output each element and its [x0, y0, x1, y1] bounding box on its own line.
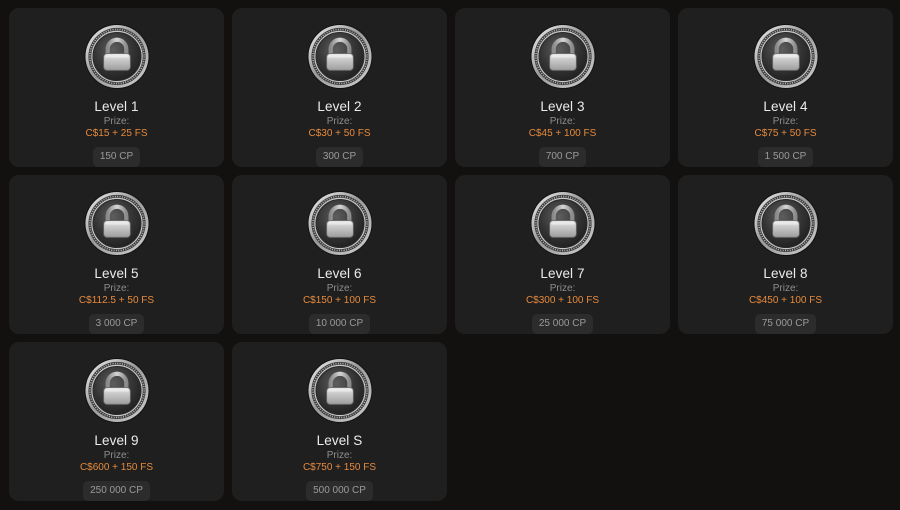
- level-card-3[interactable]: Level 3 Prize: C$45 + 100 FS 700 CP: [455, 8, 670, 167]
- prize-value: C$112.5 + 50 FS: [78, 295, 155, 306]
- level-title: Level 7: [540, 266, 585, 281]
- level-card-9[interactable]: Level 9 Prize: C$600 + 150 FS 250 000 CP: [9, 342, 224, 501]
- prize-label: Prize:: [326, 283, 353, 294]
- prize-value: C$150 + 100 FS: [302, 295, 377, 306]
- level-card-6[interactable]: Level 6 Prize: C$150 + 100 FS 10 000 CP: [232, 175, 447, 334]
- points-requirement: 250 000 CP: [83, 481, 150, 501]
- prize-value: C$15 + 25 FS: [85, 128, 148, 139]
- locked-coin-icon: [83, 23, 151, 90]
- prize-label: Prize:: [103, 283, 130, 294]
- prize-label: Prize:: [549, 283, 576, 294]
- level-title: Level 2: [317, 99, 362, 114]
- points-requirement: 500 000 CP: [306, 481, 373, 501]
- prize-value: C$30 + 50 FS: [308, 128, 371, 139]
- level-title: Level 9: [94, 433, 139, 448]
- points-requirement: 700 CP: [538, 147, 587, 167]
- points-requirement: 10 000 CP: [308, 314, 371, 334]
- prize-label: Prize:: [326, 450, 353, 461]
- locked-coin-icon: [83, 357, 151, 424]
- level-title: Level 1: [94, 99, 139, 114]
- level-card-2[interactable]: Level 2 Prize: C$30 + 50 FS 300 CP: [232, 8, 447, 167]
- level-card-5[interactable]: Level 5 Prize: C$112.5 + 50 FS 3 000 CP: [9, 175, 224, 334]
- locked-coin-icon: [529, 23, 597, 90]
- points-requirement: 75 000 CP: [754, 314, 817, 334]
- points-requirement: 1 500 CP: [757, 147, 814, 167]
- level-title: Level 8: [763, 266, 808, 281]
- prize-label: Prize:: [772, 283, 799, 294]
- prize-label: Prize:: [326, 116, 353, 127]
- points-requirement: 25 000 CP: [531, 314, 594, 334]
- points-requirement: 3 000 CP: [88, 314, 145, 334]
- level-title: Level 3: [540, 99, 585, 114]
- locked-coin-icon: [752, 190, 820, 257]
- level-title: Level 4: [763, 99, 808, 114]
- locked-coin-icon: [83, 190, 151, 257]
- prize-value: C$300 + 100 FS: [525, 295, 600, 306]
- level-grid: Level 1 Prize: C$15 + 25 FS 150 CP Level…: [9, 8, 893, 501]
- points-requirement: 150 CP: [92, 147, 141, 167]
- prize-value: C$750 + 150 FS: [302, 462, 377, 473]
- locked-coin-icon: [529, 190, 597, 257]
- level-title: Level 5: [94, 266, 139, 281]
- prize-value: C$45 + 100 FS: [528, 128, 597, 139]
- points-requirement: 300 CP: [315, 147, 364, 167]
- prize-label: Prize:: [772, 116, 799, 127]
- prize-label: Prize:: [103, 116, 130, 127]
- locked-coin-icon: [752, 23, 820, 90]
- locked-coin-icon: [306, 23, 374, 90]
- locked-coin-icon: [306, 190, 374, 257]
- level-card-4[interactable]: Level 4 Prize: C$75 + 50 FS 1 500 CP: [678, 8, 893, 167]
- prize-value: C$600 + 150 FS: [79, 462, 154, 473]
- prize-value: C$75 + 50 FS: [754, 128, 817, 139]
- prize-label: Prize:: [103, 450, 130, 461]
- level-title: Level S: [316, 433, 363, 448]
- level-card-8[interactable]: Level 8 Prize: C$450 + 100 FS 75 000 CP: [678, 175, 893, 334]
- level-card-7[interactable]: Level 7 Prize: C$300 + 100 FS 25 000 CP: [455, 175, 670, 334]
- level-title: Level 6: [317, 266, 362, 281]
- locked-coin-icon: [306, 357, 374, 424]
- level-card-1[interactable]: Level 1 Prize: C$15 + 25 FS 150 CP: [9, 8, 224, 167]
- level-card-s[interactable]: Level S Prize: C$750 + 150 FS 500 000 CP: [232, 342, 447, 501]
- prize-value: C$450 + 100 FS: [748, 295, 823, 306]
- prize-label: Prize:: [549, 116, 576, 127]
